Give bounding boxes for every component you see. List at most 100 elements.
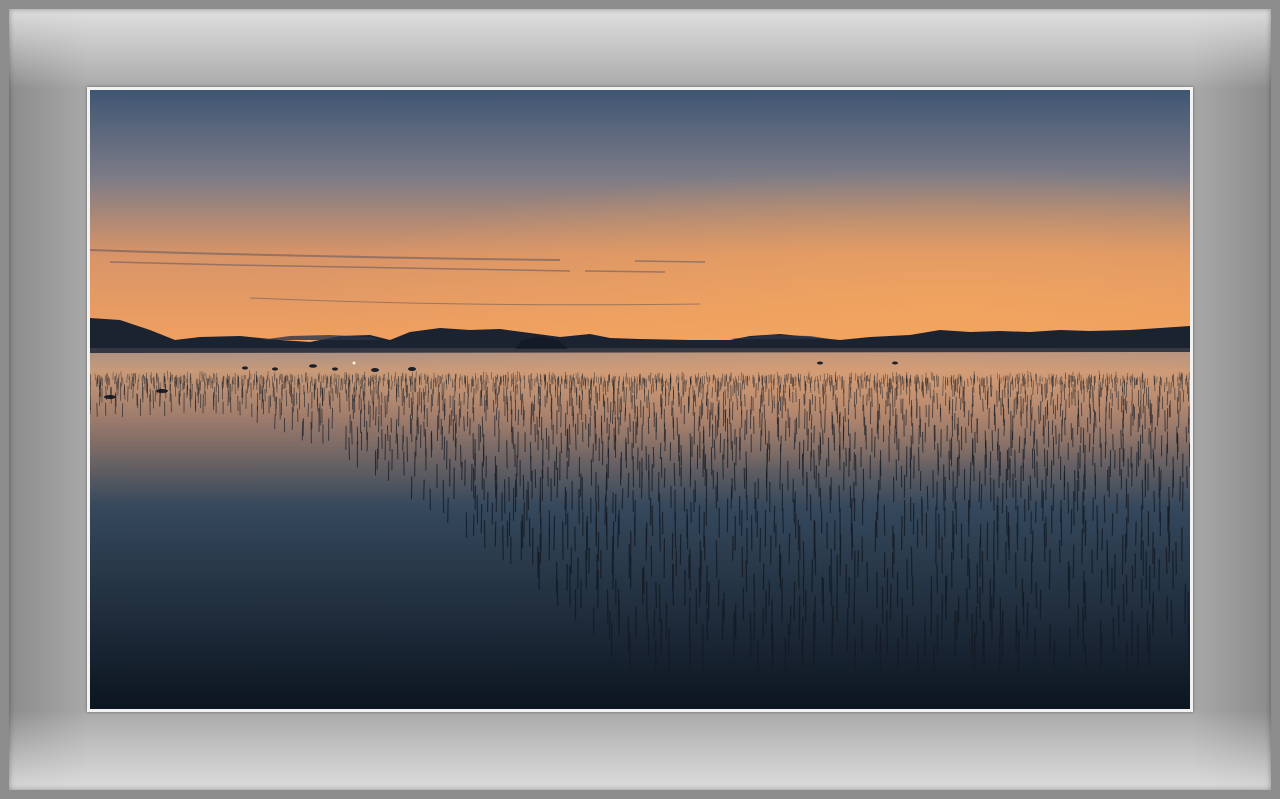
pole — [1016, 391, 1018, 410]
pole — [503, 375, 505, 387]
pole — [660, 618, 663, 655]
pole — [149, 394, 151, 416]
pole — [813, 637, 815, 670]
pole — [346, 389, 348, 402]
pole — [498, 428, 500, 453]
pole — [1141, 380, 1143, 389]
pole — [933, 425, 936, 450]
pole — [328, 391, 330, 406]
pole — [1001, 610, 1004, 657]
pole — [1084, 581, 1087, 621]
pole — [1184, 583, 1187, 624]
pole — [958, 373, 960, 385]
pole — [853, 590, 856, 625]
pole — [1017, 630, 1020, 674]
pole — [1080, 402, 1083, 417]
pole — [841, 376, 844, 388]
pole — [756, 510, 759, 538]
pole — [843, 461, 845, 491]
pole — [793, 432, 796, 450]
pole — [969, 461, 972, 487]
pole — [553, 515, 556, 551]
pole — [810, 414, 813, 430]
pole — [745, 560, 748, 592]
pole — [713, 439, 716, 460]
pole — [1105, 424, 1107, 445]
pole — [585, 550, 588, 589]
pole — [470, 378, 472, 393]
pole — [1016, 523, 1019, 551]
pole — [545, 428, 548, 450]
pole — [609, 401, 612, 423]
pole — [1151, 414, 1153, 432]
pole — [688, 597, 691, 640]
pole — [784, 398, 787, 412]
pole — [604, 494, 607, 525]
pole — [831, 611, 834, 656]
pole — [1182, 389, 1185, 403]
pole — [683, 379, 685, 395]
pole — [597, 569, 599, 609]
pole — [564, 486, 567, 511]
pole — [274, 414, 276, 430]
pole — [506, 440, 508, 469]
pole — [715, 485, 718, 509]
pole — [818, 383, 820, 395]
pole — [759, 394, 762, 413]
pole — [833, 426, 835, 451]
pole — [517, 409, 520, 426]
pole — [223, 376, 225, 388]
pole — [757, 377, 759, 391]
pole — [991, 430, 994, 451]
pole — [637, 447, 639, 470]
pole — [730, 423, 732, 450]
pole — [807, 428, 809, 452]
pole — [375, 406, 377, 426]
pole — [829, 374, 831, 386]
pole — [403, 395, 405, 416]
pole — [1050, 460, 1053, 489]
pole — [1077, 407, 1080, 428]
pole — [906, 559, 909, 590]
pole — [793, 581, 796, 621]
pole — [1081, 528, 1084, 565]
pole — [619, 457, 622, 486]
pole — [1068, 565, 1071, 609]
pole — [650, 372, 652, 384]
pole — [1122, 583, 1125, 623]
pole — [411, 402, 414, 420]
landscape-photo — [90, 90, 1190, 709]
pole — [711, 387, 713, 398]
pole — [1092, 391, 1094, 412]
pole — [227, 379, 229, 395]
pole — [1139, 434, 1142, 461]
pole — [492, 399, 495, 413]
pole — [164, 376, 166, 389]
pole — [384, 395, 386, 418]
pole — [451, 379, 453, 388]
pole — [651, 505, 654, 537]
pole — [617, 514, 620, 549]
pole — [423, 479, 425, 500]
pole — [556, 377, 558, 388]
pole — [398, 385, 400, 398]
pole — [621, 488, 624, 510]
pole — [348, 437, 351, 461]
pole — [316, 397, 319, 412]
pole — [674, 512, 677, 550]
pole — [569, 565, 571, 607]
pole — [929, 382, 931, 399]
pole — [579, 473, 582, 497]
pole — [414, 451, 416, 477]
pole — [871, 387, 873, 408]
pole — [215, 382, 217, 393]
pole — [527, 481, 530, 510]
pole — [836, 376, 838, 391]
pole — [730, 486, 733, 509]
pole — [486, 395, 489, 410]
pole — [146, 383, 149, 398]
pole — [459, 444, 462, 468]
pole — [982, 398, 984, 412]
pole — [818, 445, 820, 466]
pole — [764, 419, 767, 445]
